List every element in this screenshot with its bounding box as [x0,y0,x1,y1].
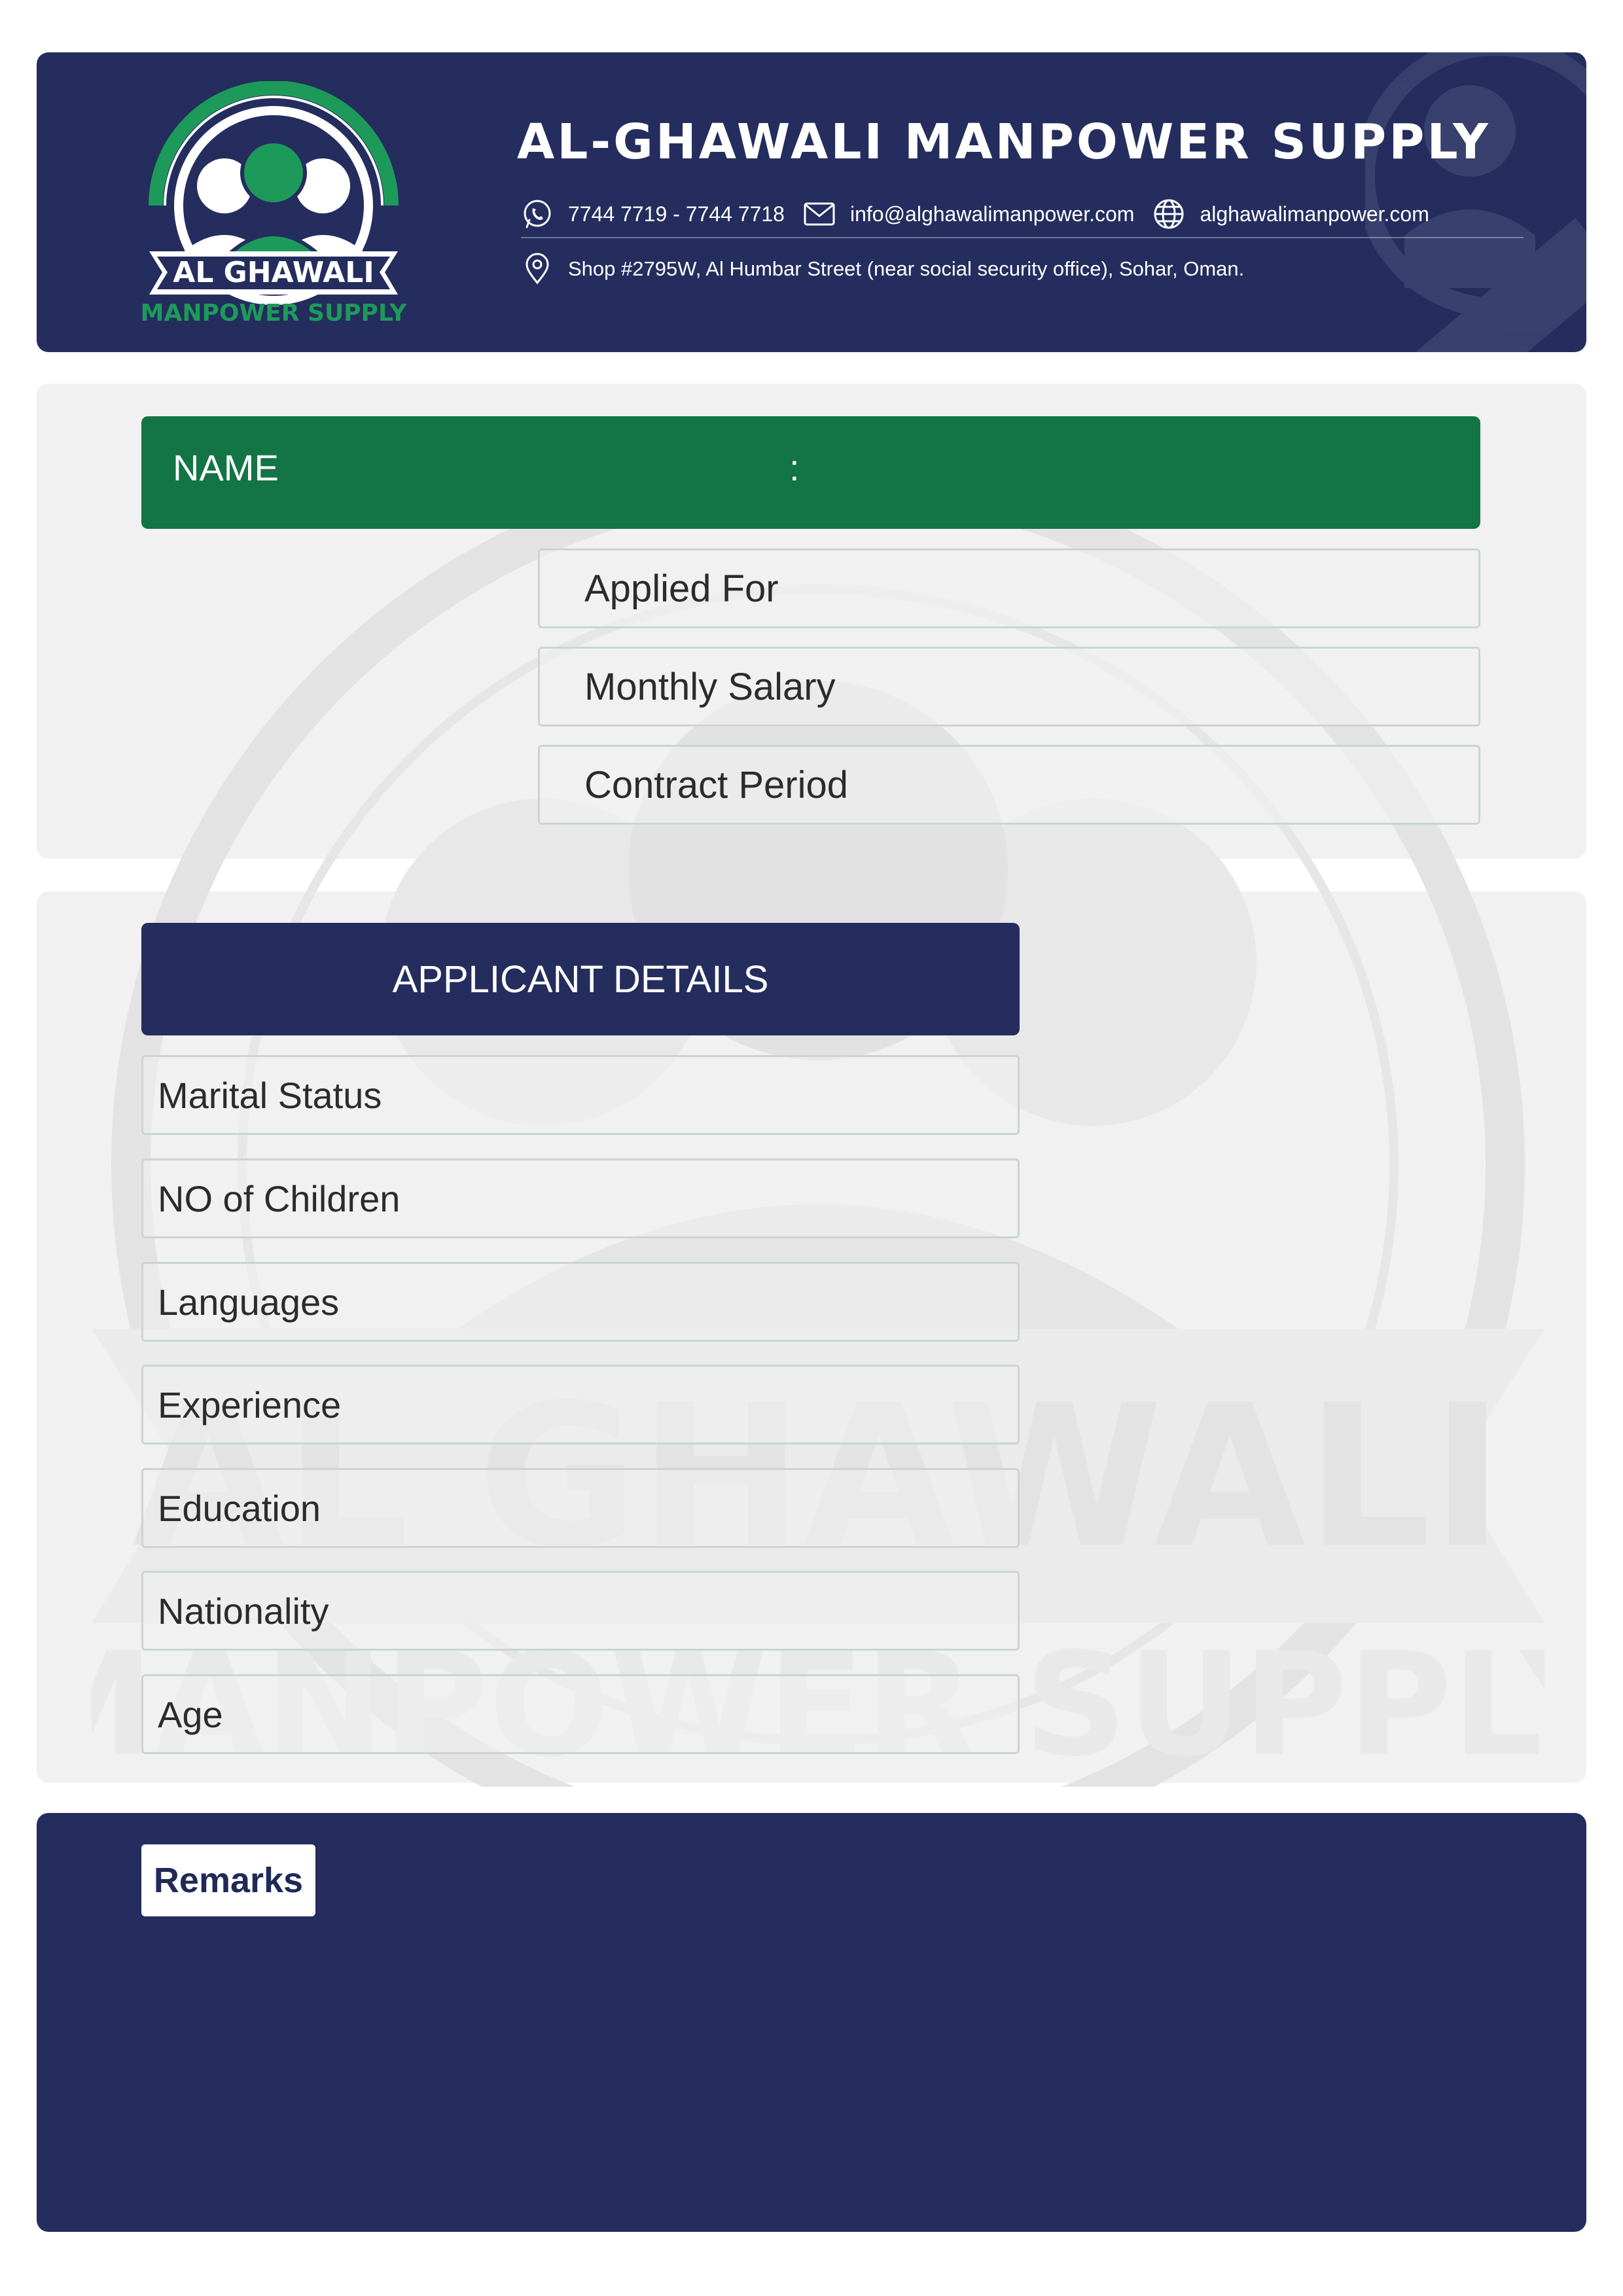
field-label: Nationality [158,1590,329,1632]
remarks-panel[interactable]: Remarks [37,1813,1586,2232]
whatsapp-icon [524,200,551,228]
field-label: Applied For [584,567,779,610]
mail-icon [804,202,835,226]
company-logo: AL GHAWALI MANPOWER SUPPLY [141,81,408,327]
field-label: Age [158,1693,223,1735]
name-bar: NAME : [141,416,1480,529]
phone-text: 7744 7719 - 7744 7718 [568,202,785,226]
website-text: alghawalimanpower.com [1200,202,1429,226]
applicant-details-header: APPLICANT DETAILS [141,923,1020,1035]
field-label: NO of Children [158,1177,401,1219]
field-label: Education [158,1487,321,1529]
company-name: AL-GHAWALI MANPOWER SUPPLY [517,114,1491,170]
logo-tagline-text: MANPOWER SUPPLY [141,300,408,327]
location-pin-icon [526,253,549,285]
experience-field[interactable]: Experience [141,1365,1020,1444]
education-field[interactable]: Education [141,1468,1020,1548]
field-label: Monthly Salary [584,665,836,708]
name-separator: : [789,447,800,488]
languages-field[interactable]: Languages [141,1262,1020,1342]
contact-divider [521,237,1524,238]
age-field[interactable]: Age [141,1674,1020,1754]
email-text: info@alghawalimanpower.com [849,202,1135,226]
marital-status-field[interactable]: Marital Status [141,1055,1020,1135]
website-contact: alghawalimanpower.com [1152,198,1429,230]
remarks-label: Remarks [141,1844,315,1916]
field-label: Languages [158,1281,340,1323]
phone-contact: 7744 7719 - 7744 7718 [521,198,785,230]
address-text: Shop #2795W, Al Humbar Street (near soci… [568,257,1245,280]
monthly-salary-field[interactable]: Monthly Salary [538,647,1480,726]
contract-period-field[interactable]: Contract Period [538,745,1480,825]
address-row: Shop #2795W, Al Humbar Street (near soci… [521,246,1244,292]
children-count-field[interactable]: NO of Children [141,1158,1020,1238]
email-contact: info@alghawalimanpower.com [803,198,1134,230]
name-label: NAME [173,447,279,488]
applied-for-field[interactable]: Applied For [538,548,1480,628]
field-label: Experience [158,1384,342,1426]
contact-row: 7744 7719 - 7744 7718 info@alghawalimanp… [521,191,1448,237]
globe-icon [1154,199,1184,229]
logo-name-text: AL GHAWALI [173,256,374,289]
letterhead-header: AL GHAWALI MANPOWER SUPPLY AL-GHAWALI MA… [37,52,1586,352]
field-label: Contract Period [584,763,848,806]
nationality-field[interactable]: Nationality [141,1571,1020,1651]
field-label: Marital Status [158,1074,382,1116]
